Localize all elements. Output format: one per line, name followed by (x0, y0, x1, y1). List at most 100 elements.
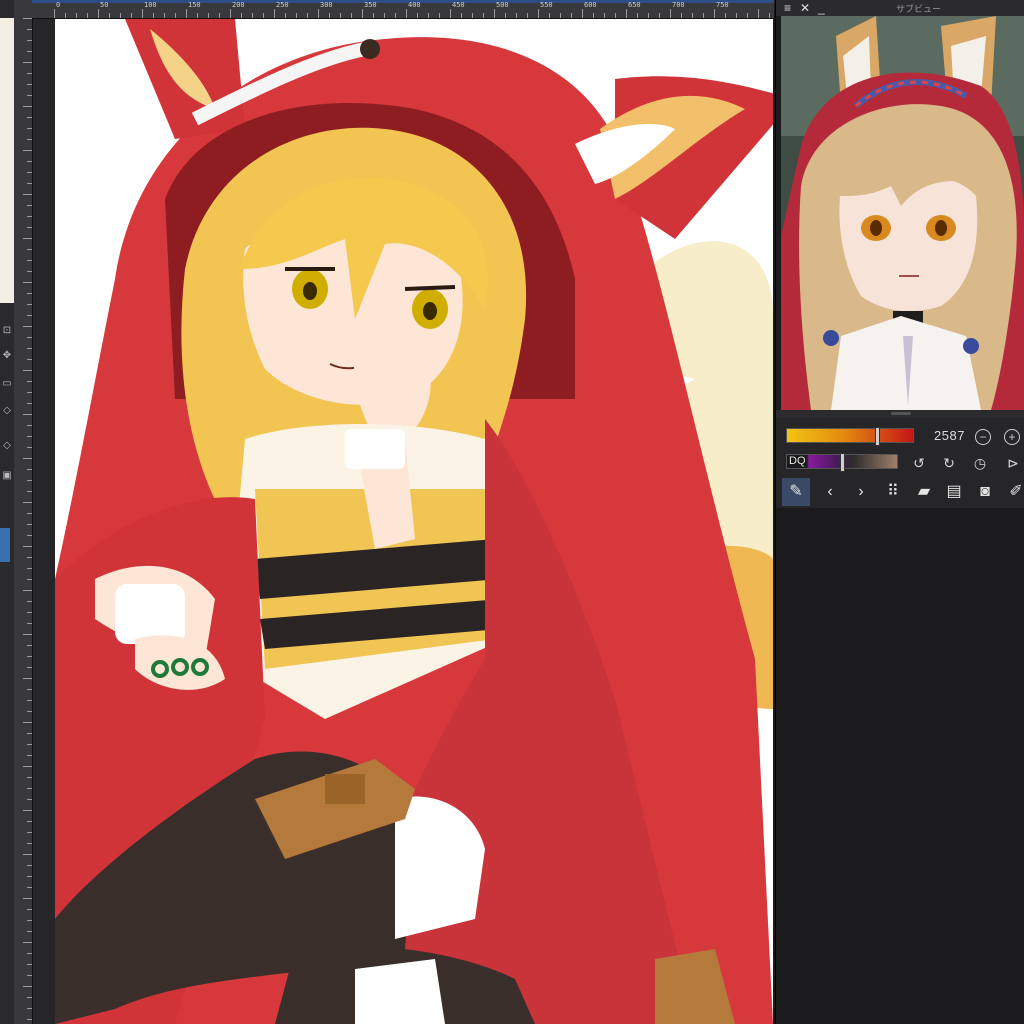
previous-icon[interactable]: ‹ (816, 478, 844, 506)
ruler-tick (23, 106, 32, 107)
ruler-tick (23, 370, 32, 371)
ruler-tick (27, 40, 32, 41)
ruler-tick (27, 249, 32, 250)
ruler-tick (27, 612, 32, 613)
menu-icon[interactable]: ≡ (784, 0, 791, 16)
ruler-tick (23, 502, 32, 503)
ruler-tick (27, 436, 32, 437)
navigator-preview[interactable] (781, 16, 1024, 410)
ruler-tick (27, 128, 32, 129)
ruler-tick (27, 535, 32, 536)
ruler-tick (27, 909, 32, 910)
zoom-out-icon[interactable]: − (975, 429, 991, 445)
rotation-slider[interactable]: DQ (786, 453, 898, 472)
artboard[interactable] (55, 19, 773, 1024)
ruler-label: 0 (56, 1, 61, 9)
ruler-tick (23, 18, 32, 19)
ruler-tick (23, 194, 32, 195)
subview-panel: ≡ ✕ _ サブビュー 2587 − + DQ ↺ ↻ ◷ ⊳ ✎ ‹ › ⠿ … (775, 0, 1024, 1024)
ruler-tick (27, 645, 32, 646)
ruler-tick (76, 13, 77, 18)
ruler-tick (274, 9, 275, 18)
selected-layer-indicator[interactable] (0, 528, 10, 562)
layer-thumbnail-strip[interactable] (0, 18, 14, 303)
divider-grip[interactable] (891, 412, 911, 415)
ruler-tick (571, 13, 572, 18)
import-icon[interactable]: ▤ (940, 478, 968, 506)
camera-icon[interactable]: ◙ (971, 478, 999, 506)
ruler-tick (23, 942, 32, 943)
next-icon[interactable]: › (847, 478, 875, 506)
ruler-tick (615, 13, 616, 18)
ruler-tick (27, 832, 32, 833)
ruler-tick (703, 13, 704, 18)
ruler-label: 350 (364, 1, 377, 9)
ruler-tick (27, 227, 32, 228)
minimize-icon[interactable]: _ (818, 0, 825, 16)
transform-icon[interactable]: ⊡ (1, 325, 13, 337)
ruler-tick (27, 1019, 32, 1020)
ruler-tick (27, 381, 32, 382)
ruler-tick (27, 183, 32, 184)
rotate-right-icon[interactable]: ↻ (940, 454, 958, 472)
character-illustration (55, 19, 773, 1024)
rotation-slider-knob[interactable] (840, 453, 845, 472)
ruler-tick (23, 810, 32, 811)
grid-icon[interactable]: ⠿ (879, 478, 907, 506)
ruler-tick (692, 13, 693, 18)
ruler-tick (23, 854, 32, 855)
ruler-tick (109, 13, 110, 18)
ruler-tick (27, 447, 32, 448)
layer-icon[interactable]: ▭ (1, 378, 13, 390)
ruler-tick (23, 458, 32, 459)
delete-icon[interactable]: ▣ (1, 470, 13, 482)
ruler-label: 250 (276, 1, 289, 9)
ruler-tick (27, 821, 32, 822)
close-icon[interactable]: ✕ (800, 0, 810, 16)
ruler-tick (450, 9, 451, 18)
ruler-tick (27, 271, 32, 272)
ruler-tick (23, 62, 32, 63)
flip-horizontal-icon[interactable]: ⊳ (1004, 454, 1022, 472)
rotate-left-icon[interactable]: ↺ (910, 454, 928, 472)
ruler-tick (23, 634, 32, 635)
eyedropper-icon[interactable]: ✎ (782, 478, 810, 506)
ruler-tick (406, 9, 407, 18)
ruler-tick (472, 13, 473, 18)
ruler-label: 200 (232, 1, 245, 9)
panel-divider[interactable] (776, 410, 1024, 418)
ruler-tick (714, 9, 715, 18)
reset-rotation-icon[interactable]: ◷ (971, 454, 989, 472)
ruler-tick (120, 13, 121, 18)
ruler-tick (494, 9, 495, 18)
ruler-tick (527, 13, 528, 18)
rotation-label: DQ (789, 455, 806, 467)
ruler-tick (307, 13, 308, 18)
ruler-tick (27, 931, 32, 932)
edit-icon[interactable]: ✐ (1002, 478, 1024, 506)
horizontal-ruler: 0 50 100 150 200 250 300 350 400 450 500 550 600 650 7… (32, 0, 792, 19)
diamond-icon[interactable]: ◇ (1, 440, 13, 452)
ruler-tick (175, 13, 176, 18)
ruler-tick (27, 480, 32, 481)
ruler-tick (263, 13, 264, 18)
ruler-tick (27, 161, 32, 162)
open-folder-icon[interactable]: ▰ (910, 478, 938, 506)
ruler-tick (230, 9, 231, 18)
chevron-up-down-icon[interactable]: ◇ (1, 405, 13, 417)
zoom-slider-knob[interactable] (875, 427, 880, 446)
zoom-in-icon[interactable]: + (1004, 429, 1020, 445)
ruler-tick (27, 744, 32, 745)
ruler-tick (27, 216, 32, 217)
move-icon[interactable]: ✥ (1, 350, 13, 362)
ruler-tick (27, 601, 32, 602)
ruler-tick (27, 568, 32, 569)
ruler-tick (318, 9, 319, 18)
reference-image (781, 16, 1024, 410)
ruler-tick (27, 579, 32, 580)
zoom-slider[interactable] (786, 427, 914, 446)
canvas-area[interactable] (33, 19, 773, 1024)
ruler-label: 450 (452, 1, 465, 9)
ruler-tick (27, 964, 32, 965)
ruler-tick (461, 13, 462, 18)
